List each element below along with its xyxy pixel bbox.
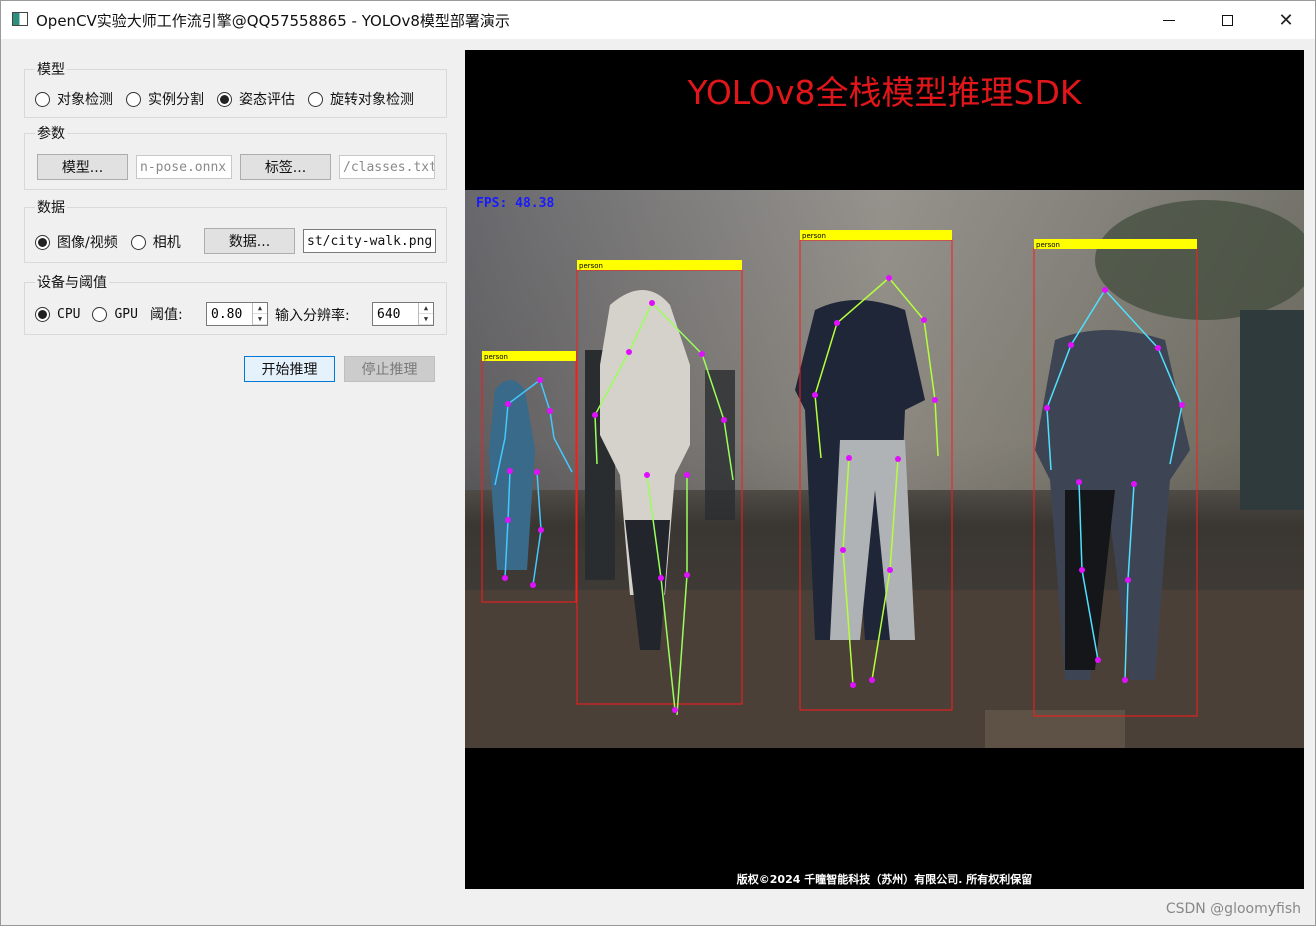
model-group: 模型 对象检测 实例分割 姿态评估 旋转对象检测 <box>24 59 447 118</box>
maximize-button[interactable] <box>1198 1 1256 39</box>
radio-circle <box>35 91 50 107</box>
radio-label: CPU <box>57 306 81 322</box>
app-window: OpenCV实验大师工作流引擎@QQ57558865 - YOLOv8模型部署演… <box>0 0 1316 926</box>
radio-label: 对象检测 <box>57 92 113 108</box>
data-group: 数据 图像/视频 相机 数据... st/city-walk.png <box>24 197 447 263</box>
model-group-title: 模型 <box>35 59 67 79</box>
spin-down-icon[interactable]: ▼ <box>253 314 267 325</box>
radio-circle <box>92 306 108 322</box>
spin-up-icon[interactable]: ▲ <box>419 303 433 314</box>
radio-label: 实例分割 <box>148 92 204 108</box>
spin-up-icon[interactable]: ▲ <box>253 303 267 314</box>
display-banner: YOLOv8全栈模型推理SDK <box>687 73 1082 112</box>
spin-down-icon[interactable]: ▼ <box>419 314 433 325</box>
radio-gpu[interactable]: GPU <box>92 306 138 322</box>
radio-camera[interactable]: 相机 <box>130 232 181 252</box>
stop-inference-button[interactable]: 停止推理 <box>344 356 435 382</box>
threshold-label: 阈值: <box>149 307 183 323</box>
detection-label: person <box>802 232 826 240</box>
device-group-title: 设备与阈值 <box>35 272 109 292</box>
radio-circle-checked <box>217 91 232 107</box>
resolution-spinbox[interactable]: 640 ▲ ▼ <box>372 302 434 326</box>
params-group-title: 参数 <box>35 123 67 143</box>
radio-label: 姿态评估 <box>239 92 295 108</box>
threshold-value: 0.80 <box>211 306 243 322</box>
threshold-spinbox[interactable]: 0.80 ▲ ▼ <box>206 302 268 326</box>
close-icon: ✕ <box>1278 9 1294 31</box>
fps-overlay: FPS: 48.38 <box>476 196 555 211</box>
radio-object-detection[interactable]: 对象检测 <box>35 89 113 109</box>
radio-label: GPU <box>114 306 138 322</box>
app-icon <box>12 12 28 26</box>
radio-circle-checked <box>35 234 50 250</box>
radio-image-video[interactable]: 图像/视频 <box>35 232 118 252</box>
minimize-icon <box>1163 19 1175 21</box>
data-select-button[interactable]: 数据... <box>204 228 295 254</box>
result-display: YOLOv8全栈模型推理SDK person person person per… <box>465 50 1304 889</box>
radio-circle-checked <box>35 306 50 322</box>
csdn-watermark: CSDN @gloomyfish <box>1165 901 1301 917</box>
close-button[interactable]: ✕ <box>1257 1 1315 39</box>
detection-label: person <box>1036 241 1060 249</box>
radio-circle <box>308 91 323 107</box>
radio-instance-segmentation[interactable]: 实例分割 <box>126 89 204 109</box>
data-group-title: 数据 <box>35 197 67 217</box>
radio-cpu[interactable]: CPU <box>35 306 81 322</box>
radio-circle <box>126 91 141 107</box>
detection-label: person <box>484 353 508 361</box>
device-group: 设备与阈值 CPU GPU 阈值: 0.80 ▲ ▼ 输入分辨率: 640 ▲ ▼ <box>24 272 447 335</box>
resolution-value: 640 <box>377 306 401 322</box>
minimize-button[interactable] <box>1140 1 1198 39</box>
model-select-button[interactable]: 模型... <box>37 154 128 180</box>
radio-label: 相机 <box>152 235 181 251</box>
params-group: 参数 模型... n-pose.onnx 标签... /classes.txt <box>24 123 447 190</box>
radio-label: 旋转对象检测 <box>330 92 414 108</box>
radio-rotated-detection[interactable]: 旋转对象检测 <box>308 89 414 109</box>
detection-label: person <box>579 262 603 270</box>
label-select-button[interactable]: 标签... <box>240 154 331 180</box>
model-path-field[interactable]: n-pose.onnx <box>136 155 232 179</box>
label-path-field[interactable]: /classes.txt <box>339 155 435 179</box>
resolution-label: 输入分辨率: <box>275 308 350 324</box>
title-bar[interactable]: OpenCV实验大师工作流引擎@QQ57558865 - YOLOv8模型部署演… <box>1 1 1315 39</box>
radio-circle <box>130 234 146 250</box>
start-inference-button[interactable]: 开始推理 <box>244 356 335 382</box>
data-path-field[interactable]: st/city-walk.png <box>303 229 436 253</box>
copyright-footer: 版权©2024 千瞳智能科技（苏州）有限公司. 所有权利保留 <box>736 873 1033 886</box>
inference-image: person person person person <box>465 190 1304 748</box>
window-title: OpenCV实验大师工作流引擎@QQ57558865 - YOLOv8模型部署演… <box>36 12 510 30</box>
radio-label: 图像/视频 <box>57 235 118 251</box>
radio-pose-estimation[interactable]: 姿态评估 <box>217 89 295 109</box>
maximize-icon <box>1221 14 1233 26</box>
